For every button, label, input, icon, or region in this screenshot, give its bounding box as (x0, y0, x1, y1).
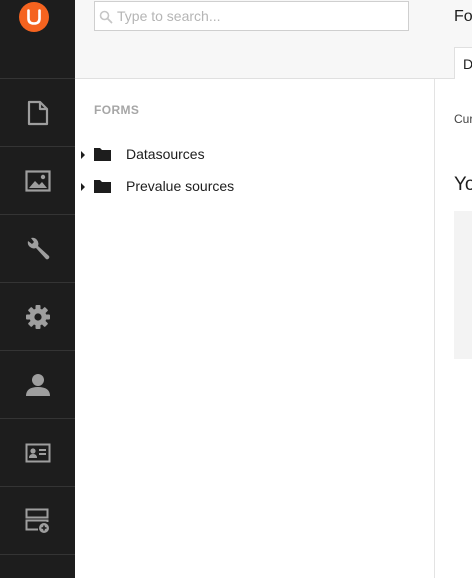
section-label: FORMS (94, 103, 140, 117)
section-nav-rail (0, 0, 75, 578)
tree-node-prevalue-sources[interactable]: Prevalue sources (75, 175, 435, 199)
form-add-icon (25, 508, 49, 533)
rail-item-media[interactable] (0, 147, 75, 215)
tree-node-datasources[interactable]: Datasources (75, 143, 435, 167)
tree-node-label: Datasources (126, 146, 205, 162)
rail-item-settings[interactable] (0, 215, 75, 283)
editor-panel: Fo D Cur Yo (435, 0, 472, 578)
rail-item-members[interactable] (0, 419, 75, 487)
editor-content-box (454, 211, 472, 359)
folder-icon (94, 180, 111, 193)
editor-header: Fo D (435, 0, 472, 79)
rail-item-developer[interactable] (0, 283, 75, 351)
editor-heading: Yo (454, 174, 472, 195)
gear-icon (25, 304, 50, 329)
editor-tab[interactable]: D (454, 47, 472, 79)
app: FORMS Datasources Prevalue sources Fo D … (0, 0, 472, 578)
umbraco-logo-icon[interactable] (19, 2, 49, 32)
document-icon (27, 100, 48, 125)
editor-info-text: Cur (454, 112, 472, 126)
tree-panel: FORMS Datasources Prevalue sources (75, 0, 435, 578)
tree-header (75, 0, 435, 79)
editor-title: Fo (454, 8, 472, 25)
id-card-icon (25, 443, 50, 462)
rail-item-users[interactable] (0, 351, 75, 419)
folder-icon (94, 148, 111, 161)
search-icon (99, 10, 113, 24)
image-icon (24, 169, 51, 192)
rail-item-forms[interactable] (0, 487, 75, 555)
logo-area (0, 0, 75, 79)
wrench-icon (27, 237, 49, 259)
expand-caret-icon[interactable] (81, 183, 85, 191)
user-icon (25, 373, 50, 396)
editor-tab-label: D (463, 56, 472, 72)
rail-item-content[interactable] (0, 79, 75, 147)
expand-caret-icon[interactable] (81, 151, 85, 159)
search-box[interactable] (94, 1, 409, 31)
search-input[interactable] (117, 6, 402, 26)
tree-node-label: Prevalue sources (126, 178, 235, 194)
